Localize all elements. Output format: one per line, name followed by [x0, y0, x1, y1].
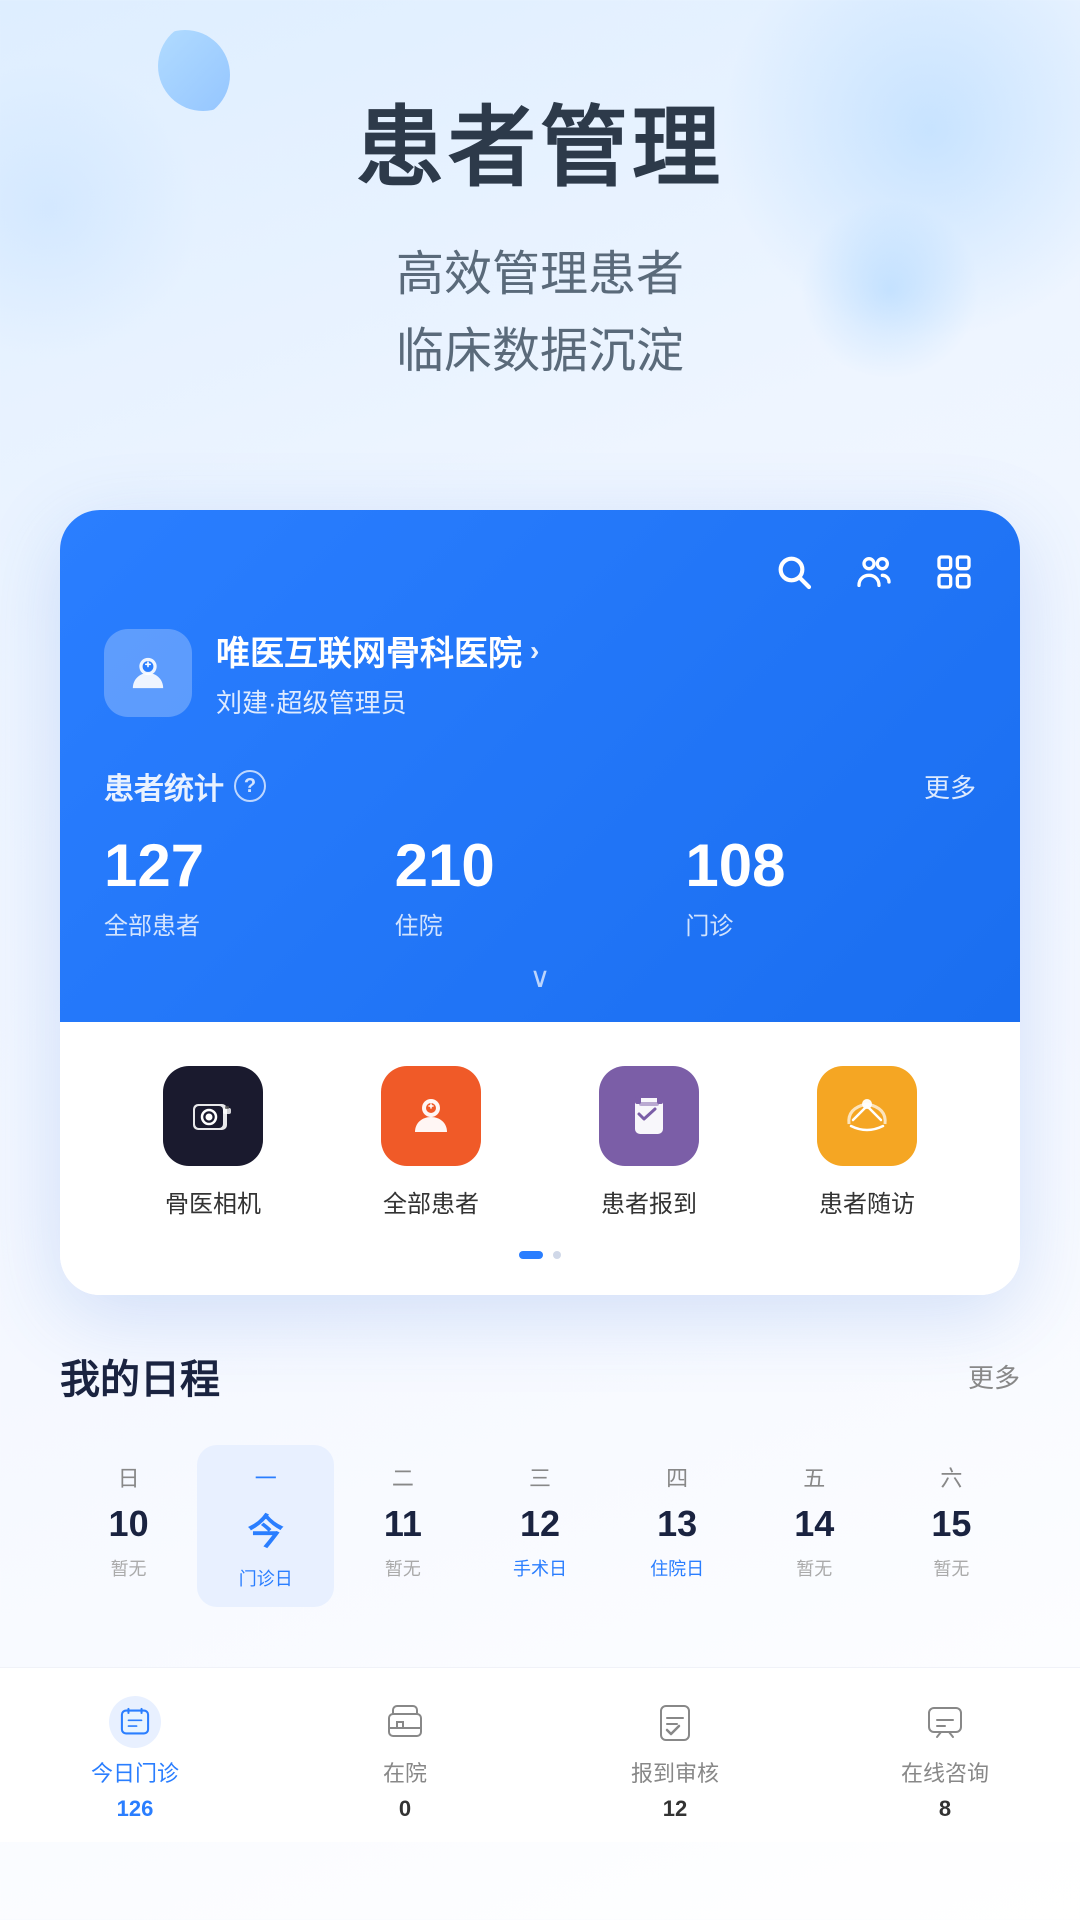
app-card: 唯医互联网骨科医院 › 刘建·超级管理员 患者统计 ? 更多 127 全部患者 …: [60, 510, 1020, 1295]
cal-day-sat[interactable]: 六 15 暂无: [883, 1445, 1020, 1607]
nav-inpatient-label: 在院: [383, 1756, 427, 1788]
cal-day-wed[interactable]: 三 12 手术日: [471, 1445, 608, 1607]
nav-outpatient[interactable]: 今日门诊 126: [0, 1696, 270, 1822]
schedule-title: 我的日程: [60, 1347, 220, 1405]
stat-outpatient: 108 门诊: [685, 836, 976, 941]
contacts-icon[interactable]: [852, 550, 896, 594]
nav-outpatient-icon: [109, 1696, 161, 1748]
hospital-info: 唯医互联网骨科医院 › 刘建·超级管理员: [104, 626, 976, 720]
bone-camera-icon-wrap: [163, 1066, 263, 1166]
dot-1: [553, 1251, 561, 1259]
action-all-patients[interactable]: 全部患者: [322, 1066, 540, 1219]
nav-consult-badge: 8: [939, 1796, 951, 1822]
nav-consult-label: 在线咨询: [901, 1756, 989, 1788]
nav-inpatient-icon: [379, 1696, 431, 1748]
stats-numbers: 127 全部患者 210 住院 108 门诊: [104, 836, 976, 941]
nav-checkin-icon: [649, 1696, 701, 1748]
nav-consult-icon: [919, 1696, 971, 1748]
followup-icon-wrap: [817, 1066, 917, 1166]
grid-icon[interactable]: [932, 550, 976, 594]
nav-inpatient-badge: 0: [399, 1796, 411, 1822]
nav-checkin-review[interactable]: 报到审核 12: [540, 1696, 810, 1822]
cal-day-fri[interactable]: 五 14 暂无: [746, 1445, 883, 1607]
all-patients-icon-wrap: [381, 1066, 481, 1166]
hospital-subtitle: 刘建·超级管理员: [216, 683, 539, 720]
chevron-down-icon: ∨: [530, 962, 551, 993]
search-icon[interactable]: [772, 550, 816, 594]
nav-checkin-label: 报到审核: [631, 1756, 719, 1788]
schedule-section: 我的日程 更多 日 10 暂无 一 今 门诊日 二 11 暂无 三 12 手术日: [0, 1295, 1080, 1667]
checkin-icon-wrap: [599, 1066, 699, 1166]
schedule-more[interactable]: 更多: [968, 1358, 1020, 1395]
quick-actions: 骨医相机 全部患者: [104, 1066, 976, 1219]
subtitle: 高效管理患者 临床数据沉淀: [60, 237, 1020, 391]
calendar-row: 日 10 暂无 一 今 门诊日 二 11 暂无 三 12 手术日 四 13 住院…: [60, 1445, 1020, 1607]
nav-inpatient[interactable]: 在院 0: [270, 1696, 540, 1822]
action-label-checkin: 患者报到: [601, 1184, 697, 1219]
stats-header: 患者统计 ? 更多: [104, 764, 976, 808]
bottom-nav: 今日门诊 126 在院 0 报到审核 12: [0, 1667, 1080, 1842]
stat-total: 127 全部患者: [104, 836, 395, 941]
nav-outpatient-badge: 126: [117, 1796, 154, 1822]
help-icon[interactable]: ?: [234, 770, 266, 802]
header-section: 患者管理 高效管理患者 临床数据沉淀: [0, 0, 1080, 450]
stats-more[interactable]: 更多: [924, 768, 976, 805]
schedule-header: 我的日程 更多: [60, 1347, 1020, 1405]
stat-inpatient: 210 住院: [395, 836, 686, 941]
cal-day-thu[interactable]: 四 13 住院日: [609, 1445, 746, 1607]
action-label-bone-camera: 骨医相机: [165, 1184, 261, 1219]
pagination-dots: [104, 1251, 976, 1259]
action-patient-checkin[interactable]: 患者报到: [540, 1066, 758, 1219]
stats-title: 患者统计 ?: [104, 764, 266, 808]
hospital-avatar[interactable]: [104, 629, 192, 717]
card-top: 唯医互联网骨科医院 › 刘建·超级管理员 患者统计 ? 更多 127 全部患者 …: [60, 510, 1020, 1022]
top-icons-row: [104, 550, 976, 594]
nav-online-consult[interactable]: 在线咨询 8: [810, 1696, 1080, 1822]
hospital-name[interactable]: 唯医互联网骨科医院 ›: [216, 626, 539, 675]
main-title: 患者管理: [60, 100, 1020, 197]
card-bottom: 骨医相机 全部患者: [60, 1022, 1020, 1295]
action-label-followup: 患者随访: [819, 1184, 915, 1219]
nav-checkin-badge: 12: [663, 1796, 687, 1822]
action-patient-followup[interactable]: 患者随访: [758, 1066, 976, 1219]
expand-row[interactable]: ∨: [104, 941, 976, 1022]
nav-outpatient-label: 今日门诊: [91, 1756, 179, 1788]
dot-active: [519, 1251, 543, 1259]
action-label-all-patients: 全部患者: [383, 1184, 479, 1219]
action-bone-camera[interactable]: 骨医相机: [104, 1066, 322, 1219]
hospital-chevron: ›: [530, 635, 539, 667]
cal-day-mon-today[interactable]: 一 今 门诊日: [197, 1445, 334, 1607]
cal-day-tue[interactable]: 二 11 暂无: [334, 1445, 471, 1607]
cal-day-sun[interactable]: 日 10 暂无: [60, 1445, 197, 1607]
hospital-text: 唯医互联网骨科医院 › 刘建·超级管理员: [216, 626, 539, 720]
